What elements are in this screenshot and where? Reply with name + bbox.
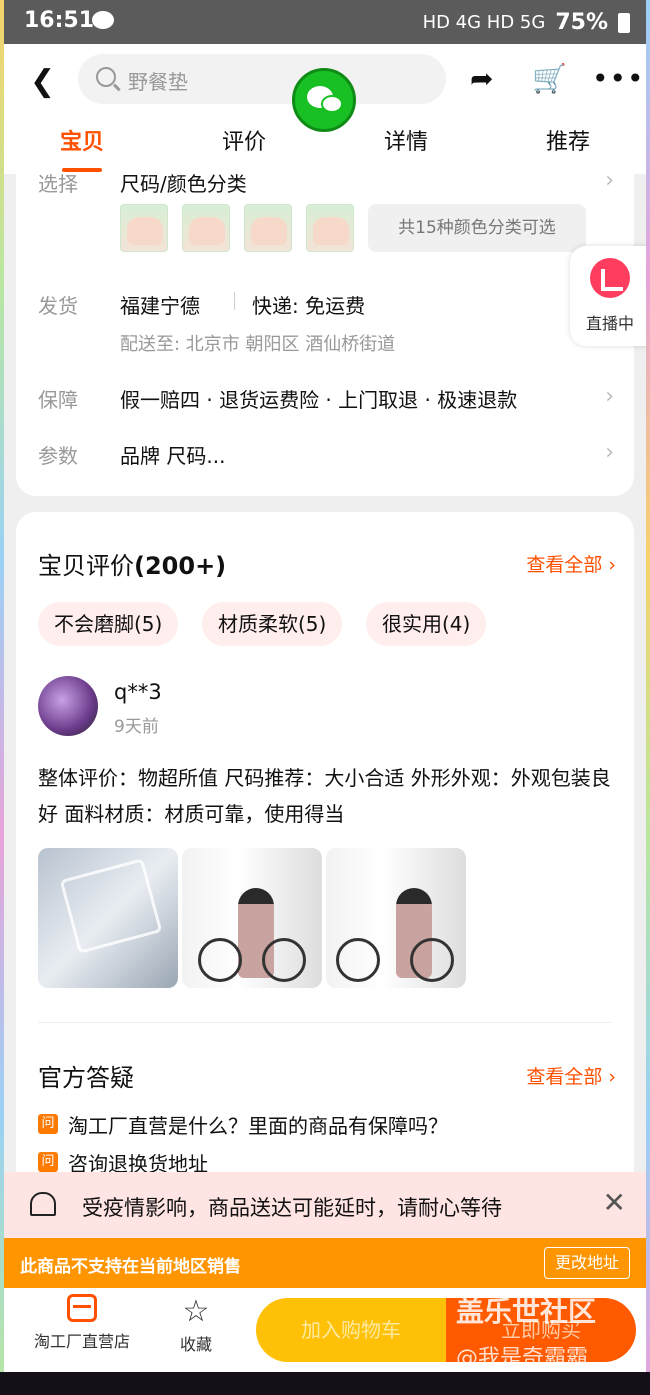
delivery-address[interactable]: 配送至: 北京市 朝阳区 酒仙桥街道: [120, 330, 395, 356]
tab-recommend[interactable]: 推荐: [528, 124, 608, 156]
notice-text: 受疫情影响，商品送达可能延时，请耐心等待: [82, 1196, 502, 1220]
wechat-float-icon[interactable]: [292, 68, 356, 132]
tab-bar: 宝贝 评价 详情 推荐: [4, 124, 646, 174]
divider: [234, 292, 235, 310]
favorite-label: 收藏: [180, 1335, 213, 1354]
review-time: 9天前: [114, 717, 159, 737]
review-tag[interactable]: 不会磨脚(5): [38, 602, 179, 646]
reviewer-name: q**3: [114, 680, 162, 704]
review-tag[interactable]: 很实用(4): [366, 602, 487, 646]
chevron-right-icon[interactable]: ›: [605, 440, 614, 465]
color-thumbnail[interactable]: [120, 204, 168, 252]
divider: [38, 1022, 612, 1023]
live-label: 直播中: [585, 314, 634, 333]
shipping-label: 发货: [38, 294, 78, 318]
network-indicators: HD 4G HD 5G: [422, 12, 546, 33]
avatar: [38, 676, 98, 736]
system-nav-bar: [0, 1372, 650, 1395]
delivery-notice-banner: 受疫情影响，商品送达可能延时，请耐心等待 ✕: [4, 1172, 646, 1238]
review-text[interactable]: 整体评价：物超所值 尺码推荐：大小合适 外形外观：外观包装良好 面料材质：材质可…: [38, 760, 618, 832]
status-time: 16:51: [24, 8, 95, 33]
store-label: 淘工厂直营店: [34, 1332, 131, 1351]
chevron-right-icon[interactable]: ›: [605, 174, 614, 193]
search-placeholder: 野餐垫: [128, 70, 188, 94]
color-thumbnail[interactable]: [182, 204, 230, 252]
reviews-count: (200+): [134, 552, 227, 580]
status-bar: 16:51 HD 4G HD 5G 75%: [4, 0, 646, 44]
battery-level: 75%: [555, 10, 608, 35]
qa-title: 官方答疑: [38, 1064, 134, 1092]
tab-product[interactable]: 宝贝: [42, 124, 122, 156]
review-photo[interactable]: [182, 848, 322, 988]
wechat-notification-icon: [92, 11, 114, 29]
question-icon: 问: [38, 1114, 58, 1134]
store-button[interactable]: 淘工厂直营店: [34, 1294, 130, 1352]
search-icon: [96, 67, 116, 87]
back-icon[interactable]: ❮: [30, 64, 55, 99]
params-label: 参数: [38, 444, 78, 468]
tab-reviews[interactable]: 评价: [204, 124, 284, 156]
color-count-chip[interactable]: 共15种颜色分类可选: [368, 204, 586, 252]
search-input[interactable]: 野餐垫: [78, 54, 446, 104]
add-to-cart-button[interactable]: 加入购物车: [256, 1298, 446, 1362]
reviews-see-all-link[interactable]: 查看全部 ›: [526, 550, 616, 577]
close-icon[interactable]: ✕: [603, 1186, 626, 1219]
bell-icon: [30, 1192, 56, 1216]
more-icon[interactable]: •••: [592, 62, 645, 95]
star-icon: ☆: [182, 1294, 210, 1329]
tab-details[interactable]: 详情: [366, 124, 446, 156]
screen-edge-right: [646, 0, 650, 1395]
reviews-title: 宝贝评价(200+): [38, 552, 227, 580]
review-photo[interactable]: [38, 848, 178, 988]
shipping-fee: 快递: 免运费: [252, 294, 366, 318]
color-thumbnail[interactable]: [244, 204, 292, 252]
select-label: 选择: [38, 174, 78, 196]
header: ❮ 野餐垫 ➦ 🛒 ••• 宝贝 评价 详情 推荐: [4, 44, 646, 174]
cart-icon[interactable]: 🛒: [532, 62, 567, 95]
reviews-card: 宝贝评价(200+) 查看全部 › 不会磨脚(5) 材质柔软(5) 很实用(4)…: [16, 512, 634, 1272]
shipping-from: 福建宁德: [120, 294, 200, 318]
store-icon: [67, 1294, 97, 1322]
active-tab-indicator: [62, 168, 102, 172]
phone-screen: 16:51 HD 4G HD 5G 75% ❮ 野餐垫 ➦ 🛒 ••• 宝贝 评…: [4, 0, 646, 1395]
review-tag[interactable]: 材质柔软(5): [202, 602, 343, 646]
watermark: 盖乐世社区: [456, 1295, 597, 1328]
chevron-right-icon[interactable]: ›: [605, 384, 614, 409]
region-warning-text: 此商品不支持在当前地区销售: [20, 1257, 241, 1277]
region-warning-bar: 此商品不支持在当前地区销售 更改地址: [4, 1238, 646, 1288]
live-icon: [590, 258, 630, 298]
review-photo[interactable]: [326, 848, 466, 988]
qa-see-all-link[interactable]: 查看全部 ›: [526, 1062, 616, 1089]
favorite-button[interactable]: ☆ 收藏: [180, 1294, 212, 1355]
status-indicators: HD 4G HD 5G 75%: [423, 10, 630, 35]
select-value[interactable]: 尺码/颜色分类: [120, 174, 247, 197]
change-address-button[interactable]: 更改地址: [543, 1247, 630, 1279]
product-info-card: 选择 尺码/颜色分类 › 共15种颜色分类可选 发货 福建宁德 快递: 免运费 …: [16, 174, 634, 496]
battery-icon: [618, 12, 630, 33]
guarantee-value[interactable]: 假一赔四 · 退货运费险 · 上门取退 · 极速退款: [120, 384, 517, 413]
question-icon: 问: [38, 1152, 58, 1172]
qa-item[interactable]: 淘工厂直营是什么？里面的商品有保障吗？: [68, 1110, 448, 1139]
share-icon[interactable]: ➦: [470, 62, 493, 95]
watermark-handle: @我是奇霸霸: [456, 1346, 589, 1371]
color-thumbnail[interactable]: [306, 204, 354, 252]
params-value[interactable]: 品牌 尺码...: [120, 440, 225, 469]
guarantee-label: 保障: [38, 388, 78, 412]
live-stream-button[interactable]: 直播中: [570, 246, 646, 346]
